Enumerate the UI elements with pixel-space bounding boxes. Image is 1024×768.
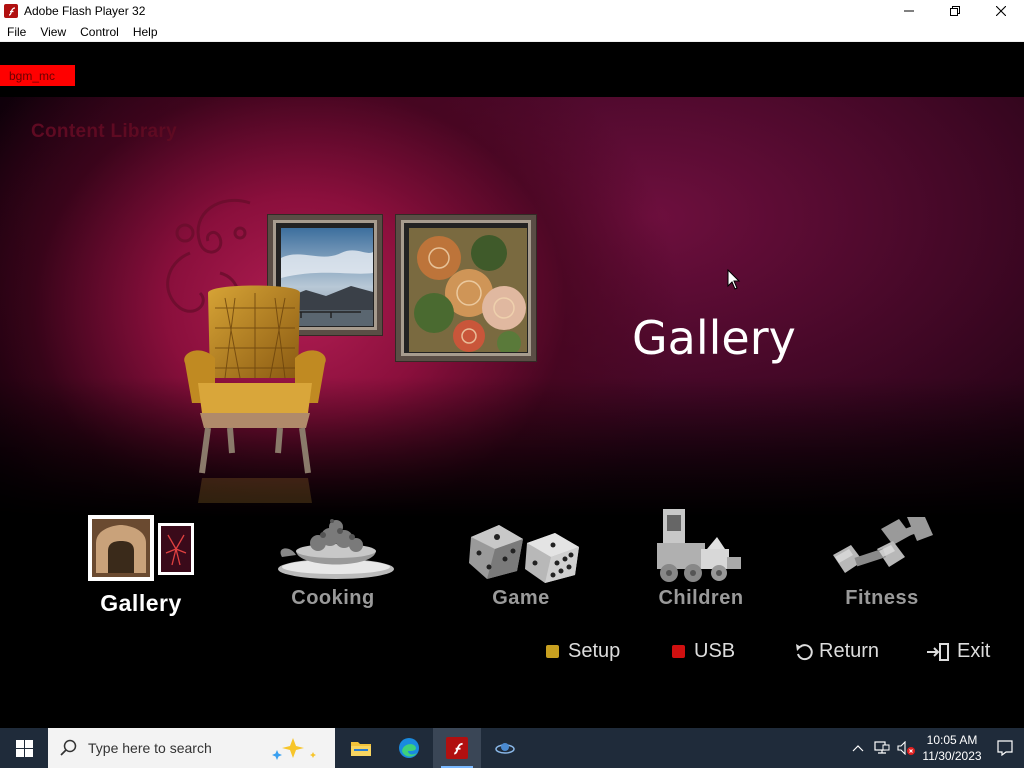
- flash-player-taskbar-button[interactable]: [433, 728, 481, 768]
- volume-muted-icon: [897, 741, 915, 755]
- exit-icon: [927, 642, 949, 661]
- menu-control[interactable]: Control: [73, 25, 126, 39]
- file-explorer-icon: [351, 742, 371, 756]
- start-button[interactable]: [0, 728, 48, 768]
- usb-hint[interactable]: USB: [672, 640, 735, 663]
- exit-hint[interactable]: Exit: [925, 640, 990, 663]
- chevron-up-icon: [852, 745, 864, 752]
- return-label: Return: [819, 640, 880, 662]
- dumbbell-icon: [833, 517, 933, 573]
- category-label: Children: [658, 587, 744, 609]
- gallery-icon: [88, 515, 194, 581]
- clock[interactable]: 10:05 AM 11/30/2023: [918, 732, 986, 764]
- menu-help[interactable]: Help: [126, 25, 165, 39]
- taskbar: Type here to search 10:05 AM 11/30/2023: [0, 728, 1024, 768]
- yellow-key-icon: [546, 645, 559, 658]
- return-hint[interactable]: Return: [794, 640, 879, 663]
- category-label: Game: [492, 587, 550, 609]
- category-gallery[interactable]: Gallery: [66, 505, 216, 625]
- setup-label: Setup: [568, 640, 621, 662]
- app-icon: [495, 743, 515, 754]
- flash-stage[interactable]: bgm_mc Content Library Gallery Gallery C…: [0, 43, 1024, 728]
- category-cooking[interactable]: Cooking: [258, 505, 408, 625]
- network-button[interactable]: [870, 728, 894, 768]
- flash-player-icon: [446, 737, 468, 759]
- show-hidden-icons-button[interactable]: [846, 728, 870, 768]
- exit-label: Exit: [957, 640, 991, 662]
- red-key-icon: [672, 645, 685, 658]
- close-button[interactable]: [978, 0, 1024, 22]
- category-label: Fitness: [845, 587, 919, 609]
- category-label: Cooking: [291, 587, 375, 609]
- edge-button[interactable]: [385, 728, 433, 768]
- cooking-icon: [278, 519, 394, 579]
- usb-label: USB: [694, 640, 736, 662]
- network-icon: [874, 741, 890, 754]
- selected-category-title: Gallery: [632, 311, 796, 365]
- clock-date: 11/30/2023: [922, 749, 982, 763]
- search-placeholder: Type here to search: [88, 740, 212, 756]
- toy-train-icon: [657, 509, 741, 582]
- notifications-button[interactable]: [986, 728, 1024, 768]
- search-icon: [60, 739, 77, 756]
- dice-icon: [469, 525, 579, 583]
- category-children[interactable]: Children: [626, 505, 776, 625]
- window-title: Adobe Flash Player 32: [24, 4, 146, 18]
- abstract-painting: [396, 215, 536, 361]
- taskbar-search[interactable]: Type here to search: [48, 728, 335, 768]
- clock-time: 10:05 AM: [926, 733, 978, 747]
- category-game[interactable]: Game: [446, 505, 596, 625]
- menu-bar: File View Control Help: [0, 22, 1024, 42]
- category-fitness[interactable]: Fitness: [807, 505, 957, 625]
- setup-hint[interactable]: Setup: [546, 640, 620, 663]
- windows-logo-icon: [15, 739, 33, 757]
- flash-player-icon: [4, 4, 18, 18]
- volume-button[interactable]: [894, 728, 918, 768]
- file-explorer-button[interactable]: [337, 728, 385, 768]
- sparkle-icon: [272, 738, 316, 760]
- mouse-cursor-icon: [727, 269, 741, 290]
- debug-tag: bgm_mc: [0, 65, 75, 86]
- title-bar: Adobe Flash Player 32: [0, 0, 1024, 22]
- armchair-image: [184, 285, 326, 503]
- edge-icon: [399, 738, 419, 758]
- category-label: Gallery: [100, 590, 182, 616]
- return-icon: [796, 643, 813, 660]
- menu-file[interactable]: File: [0, 25, 33, 39]
- restore-button[interactable]: [932, 0, 978, 22]
- menu-view[interactable]: View: [33, 25, 73, 39]
- section-title: Content Library: [31, 121, 177, 142]
- app-taskbar-button[interactable]: [481, 728, 529, 768]
- minimize-button[interactable]: [886, 0, 932, 22]
- notification-icon: [997, 740, 1013, 756]
- system-tray: 10:05 AM 11/30/2023: [846, 728, 1024, 768]
